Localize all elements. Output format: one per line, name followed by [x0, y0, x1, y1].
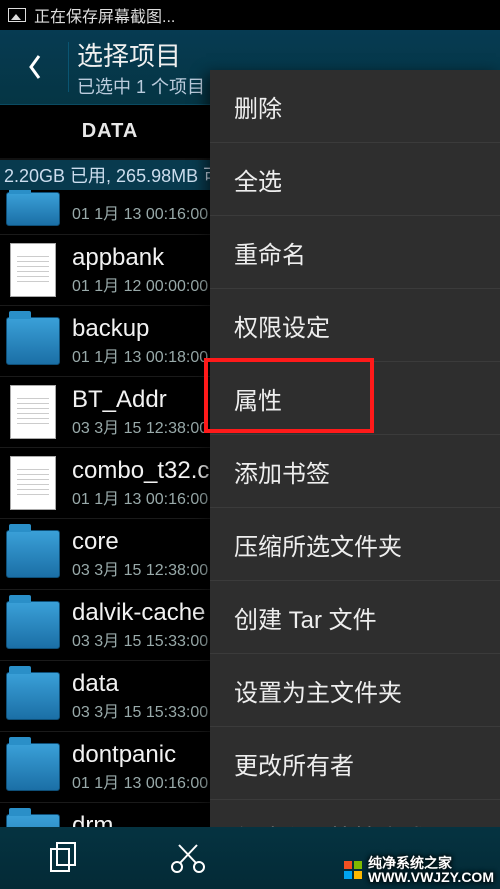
menu-item[interactable]: 删除: [210, 70, 500, 143]
file-row-text: drm01 1月 12 00:06:00: [72, 812, 208, 827]
file-icon: [6, 243, 60, 297]
file-name: dontpanic: [72, 741, 208, 769]
watermark-logo-icon: [344, 861, 362, 879]
file-meta: 01 1月 13 00:18:00: [72, 343, 208, 367]
status-text: 正在保存屏幕截图...: [34, 3, 175, 27]
screenshot-icon: [8, 8, 26, 22]
file-icon: [6, 385, 60, 439]
file-row-text: dalvik-cache03 3月 15 15:33:00: [72, 599, 208, 651]
file-name: appbank: [72, 244, 221, 272]
cut-icon: [169, 841, 207, 875]
file-name: data: [72, 670, 208, 698]
watermark: 纯净系统之家 WWW.VWJZY.COM: [344, 856, 494, 885]
folder-icon: [6, 811, 60, 827]
file-name: dalvik-cache: [72, 599, 208, 627]
folder-icon: [6, 314, 60, 368]
folder-icon: [6, 669, 60, 723]
folder-icon: [6, 740, 60, 794]
page-title: 选择项目: [77, 36, 205, 73]
menu-item[interactable]: 设置为主文件夹: [210, 654, 500, 727]
cut-button[interactable]: [125, 841, 250, 875]
status-bar: 正在保存屏幕截图...: [0, 0, 500, 30]
file-meta: 01 1月 12 00:00:00 1: [72, 272, 221, 296]
menu-item[interactable]: 创建 Tar 文件: [210, 581, 500, 654]
file-name: drm: [72, 812, 208, 827]
folder-icon: [6, 598, 60, 652]
file-meta: 03 3月 15 12:38:00: [72, 556, 208, 580]
header-divider: [68, 42, 69, 92]
menu-item[interactable]: 权限设定: [210, 289, 500, 362]
file-meta: 03 3月 15 15:33:00: [72, 698, 208, 722]
menu-item[interactable]: 重命名: [210, 216, 500, 289]
file-row-text: backup01 1月 13 00:18:00: [72, 315, 208, 367]
file-meta: 01 1月 13 00:16:00: [72, 769, 208, 793]
file-icon: [6, 456, 60, 510]
menu-item[interactable]: 压缩所选文件夹: [210, 508, 500, 581]
watermark-line2: WWW.VWJZY.COM: [368, 870, 494, 885]
menu-item[interactable]: 全选: [210, 143, 500, 216]
header-text: 选择项目 已选中 1 个项目: [77, 36, 205, 99]
selection-count: 已选中 1 个项目: [77, 73, 205, 99]
file-name: backup: [72, 315, 208, 343]
menu-item[interactable]: 更改所有者: [210, 727, 500, 800]
copy-button[interactable]: [0, 841, 125, 875]
file-row-text: 01 1月 13 00:16:00: [72, 200, 208, 224]
tab-data[interactable]: DATA: [0, 120, 220, 143]
context-menu: 删除全选重命名权限设定属性添加书签压缩所选文件夹创建 Tar 文件设置为主文件夹…: [210, 70, 500, 873]
file-name: core: [72, 528, 208, 556]
file-row-text: core03 3月 15 12:38:00: [72, 528, 208, 580]
file-row-text: dontpanic01 1月 13 00:16:00: [72, 741, 208, 793]
back-button[interactable]: [10, 42, 60, 92]
file-row-text: BT_Addr03 3月 15 12:38:00: [72, 386, 208, 438]
menu-item[interactable]: 添加书签: [210, 435, 500, 508]
file-row-text: data03 3月 15 15:33:00: [72, 670, 208, 722]
copy-icon: [47, 841, 79, 875]
folder-icon: [6, 527, 60, 581]
file-meta: 01 1月 13 00:16:00: [72, 200, 208, 224]
file-meta: 03 3月 15 15:33:00: [72, 627, 208, 651]
menu-item[interactable]: 属性: [210, 362, 500, 435]
folder-icon: [6, 192, 60, 232]
file-meta: 03 3月 15 12:38:00: [72, 414, 208, 438]
chevron-left-icon: [27, 54, 43, 80]
file-name: BT_Addr: [72, 386, 208, 414]
file-row-text: appbank01 1月 12 00:00:00 1: [72, 244, 221, 296]
